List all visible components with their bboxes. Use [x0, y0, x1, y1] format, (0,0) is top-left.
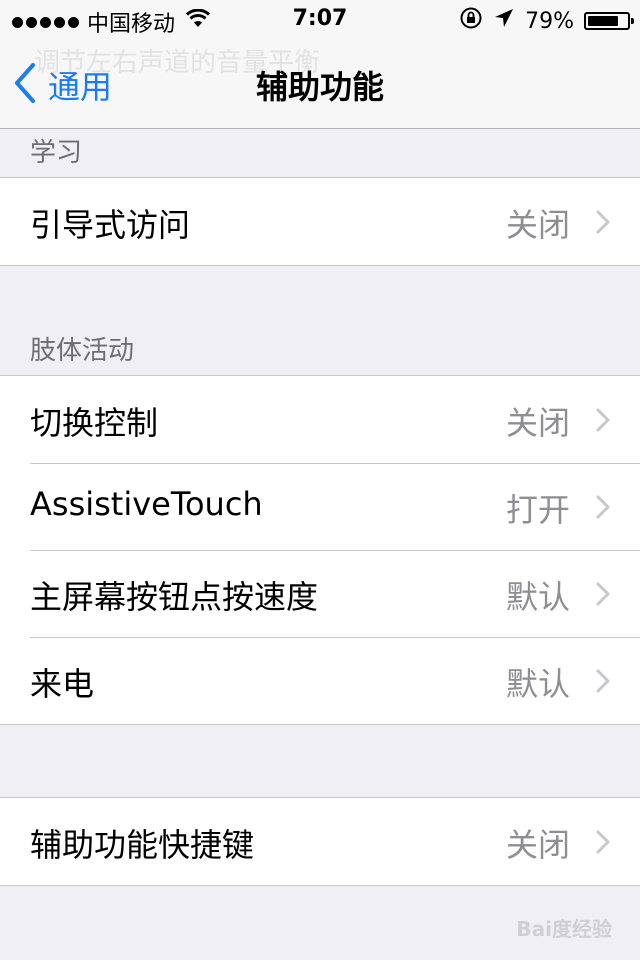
watermark: Bai度经验	[516, 917, 612, 941]
navigation-bar: 调节左右声道的音量平衡 通用 辅助功能	[0, 40, 640, 129]
settings-group-motor: 切换控制 关闭 AssistiveTouch 打开 主屏幕按钮点按速度 默认 来…	[0, 375, 640, 725]
chevron-right-icon	[596, 582, 610, 610]
row-value: 打开	[505, 491, 570, 529]
row-title: 主屏幕按钮点按速度	[30, 578, 319, 616]
chevron-right-icon	[596, 669, 610, 697]
location-arrow-icon	[493, 7, 515, 35]
section-header-motor: 肢体活动	[30, 336, 135, 366]
row-title: 来电	[30, 665, 95, 703]
accessibility-shortcut-row[interactable]: 辅助功能快捷键 关闭	[0, 798, 640, 885]
orientation-lock-icon	[459, 6, 483, 36]
settings-group-shortcut: 辅助功能快捷键 关闭	[0, 797, 640, 886]
home-click-speed-row[interactable]: 主屏幕按钮点按速度 默认	[0, 550, 640, 637]
battery-percent: 79%	[525, 8, 574, 34]
row-value: 关闭	[505, 826, 570, 864]
row-value: 默认	[505, 665, 570, 703]
status-bar: 中国移动 7:07 79%	[0, 0, 640, 40]
incoming-calls-row[interactable]: 来电 默认	[0, 637, 640, 724]
chevron-right-icon	[596, 408, 610, 436]
section-header-learning: 学习	[30, 138, 83, 168]
assistive-touch-row[interactable]: AssistiveTouch 打开	[0, 463, 640, 550]
settings-group-learning: 引导式访问 关闭	[0, 177, 640, 266]
row-value: 默认	[505, 578, 570, 616]
row-title: 切换控制	[30, 404, 159, 442]
switch-control-row[interactable]: 切换控制 关闭	[0, 376, 640, 463]
battery-icon	[584, 12, 634, 30]
row-value: 关闭	[505, 404, 570, 442]
row-value: 关闭	[505, 206, 570, 244]
chevron-right-icon	[596, 210, 610, 238]
page-title: 辅助功能	[255, 68, 384, 106]
chevron-right-icon	[596, 495, 610, 523]
row-title: 引导式访问	[30, 206, 191, 244]
guided-access-row[interactable]: 引导式访问 关闭	[0, 178, 640, 265]
row-title: 辅助功能快捷键	[30, 826, 255, 864]
chevron-right-icon	[596, 830, 610, 858]
row-title: AssistiveTouch	[30, 485, 263, 523]
